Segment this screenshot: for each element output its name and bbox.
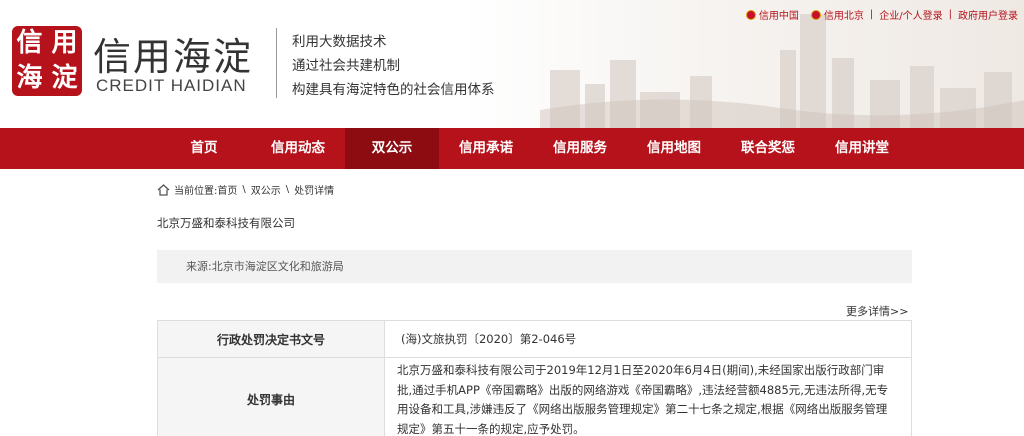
nav-item-double-publicity[interactable]: 双公示 bbox=[345, 128, 439, 169]
home-icon bbox=[157, 183, 170, 196]
national-emblem-icon bbox=[810, 9, 821, 20]
top-links: 信用中国 信用北京 | 企业/个人登录 | 政府用户登录 bbox=[740, 6, 1024, 22]
breadcrumb-item-double-publicity[interactable]: 双公示 bbox=[251, 182, 281, 197]
nav-item-joint-rewards[interactable]: 联合奖惩 bbox=[721, 128, 815, 169]
seal-char: 用 bbox=[51, 28, 78, 58]
more-details-link[interactable]: 更多详情>> bbox=[846, 303, 908, 319]
top-link-login[interactable]: 企业/个人登录 bbox=[873, 7, 948, 22]
breadcrumb-item-current: 处罚详情 bbox=[294, 186, 335, 197]
site-title-en: CREDIT HAIDIAN bbox=[96, 76, 247, 95]
slogan-line: 通过社会共建机制 bbox=[292, 58, 400, 74]
nav-item-credit-commitment[interactable]: 信用承诺 bbox=[439, 128, 533, 169]
logo-seal[interactable]: 信 用 海 淀 bbox=[12, 26, 82, 96]
breadcrumb: 当前位置: 首页 \ 双公示 \ 处罚详情 bbox=[157, 182, 334, 197]
table-row: 行政处罚决定书文号 (海)文旅执罚〔2020〕第2-046号 bbox=[157, 320, 912, 358]
source-bar: 来源:北京市海淀区文化和旅游局 bbox=[157, 250, 912, 283]
site-header: 信 用 海 淀 信用海淀 CREDIT HAIDIAN 利用大数据技术 通过社会… bbox=[0, 0, 1024, 128]
seal-char: 海 bbox=[16, 63, 43, 93]
table-row-value: 北京万盛和泰科技有限公司于2019年12月1日至2020年6月4日(期间),未经… bbox=[397, 363, 889, 436]
top-link-gov-login[interactable]: 政府用户登录 bbox=[952, 7, 1024, 22]
national-emblem-icon bbox=[745, 9, 756, 20]
breadcrumb-item-home[interactable]: 首页 bbox=[217, 182, 237, 197]
table-row: 处罚事由 北京万盛和泰科技有限公司于2019年12月1日至2020年6月4日(期… bbox=[157, 357, 912, 436]
top-link-credit-beijing[interactable]: 信用北京 bbox=[805, 7, 870, 22]
main-nav: 首页 信用动态 双公示 信用承诺 信用服务 信用地图 联合奖惩 信用讲堂 bbox=[0, 128, 1024, 169]
nav-item-credit-service[interactable]: 信用服务 bbox=[533, 128, 627, 169]
slogan-line: 利用大数据技术 bbox=[292, 34, 387, 50]
table-row-label: 行政处罚决定书文号 bbox=[158, 321, 385, 357]
seal-char: 淀 bbox=[51, 63, 78, 93]
nav-item-home[interactable]: 首页 bbox=[157, 128, 251, 169]
table-row-label: 处罚事由 bbox=[158, 358, 385, 436]
company-name: 北京万盛和泰科技有限公司 bbox=[157, 216, 295, 230]
nav-item-credit-map[interactable]: 信用地图 bbox=[627, 128, 721, 169]
site-title-cn[interactable]: 信用海淀 bbox=[93, 26, 253, 81]
logo-divider bbox=[276, 28, 277, 98]
nav-item-credit-lecture[interactable]: 信用讲堂 bbox=[815, 128, 909, 169]
breadcrumb-separator: \ bbox=[242, 184, 246, 195]
top-link-credit-china[interactable]: 信用中国 bbox=[740, 7, 805, 22]
breadcrumb-separator: \ bbox=[285, 184, 290, 195]
table-row-value: (海)文旅执罚〔2020〕第2-046号 bbox=[401, 332, 577, 346]
breadcrumb-prefix: 当前位置: bbox=[174, 186, 218, 197]
nav-item-credit-news[interactable]: 信用动态 bbox=[251, 128, 345, 169]
slogan-line: 构建具有海淀特色的社会信用体系 bbox=[292, 82, 495, 98]
seal-char: 信 bbox=[16, 28, 43, 58]
